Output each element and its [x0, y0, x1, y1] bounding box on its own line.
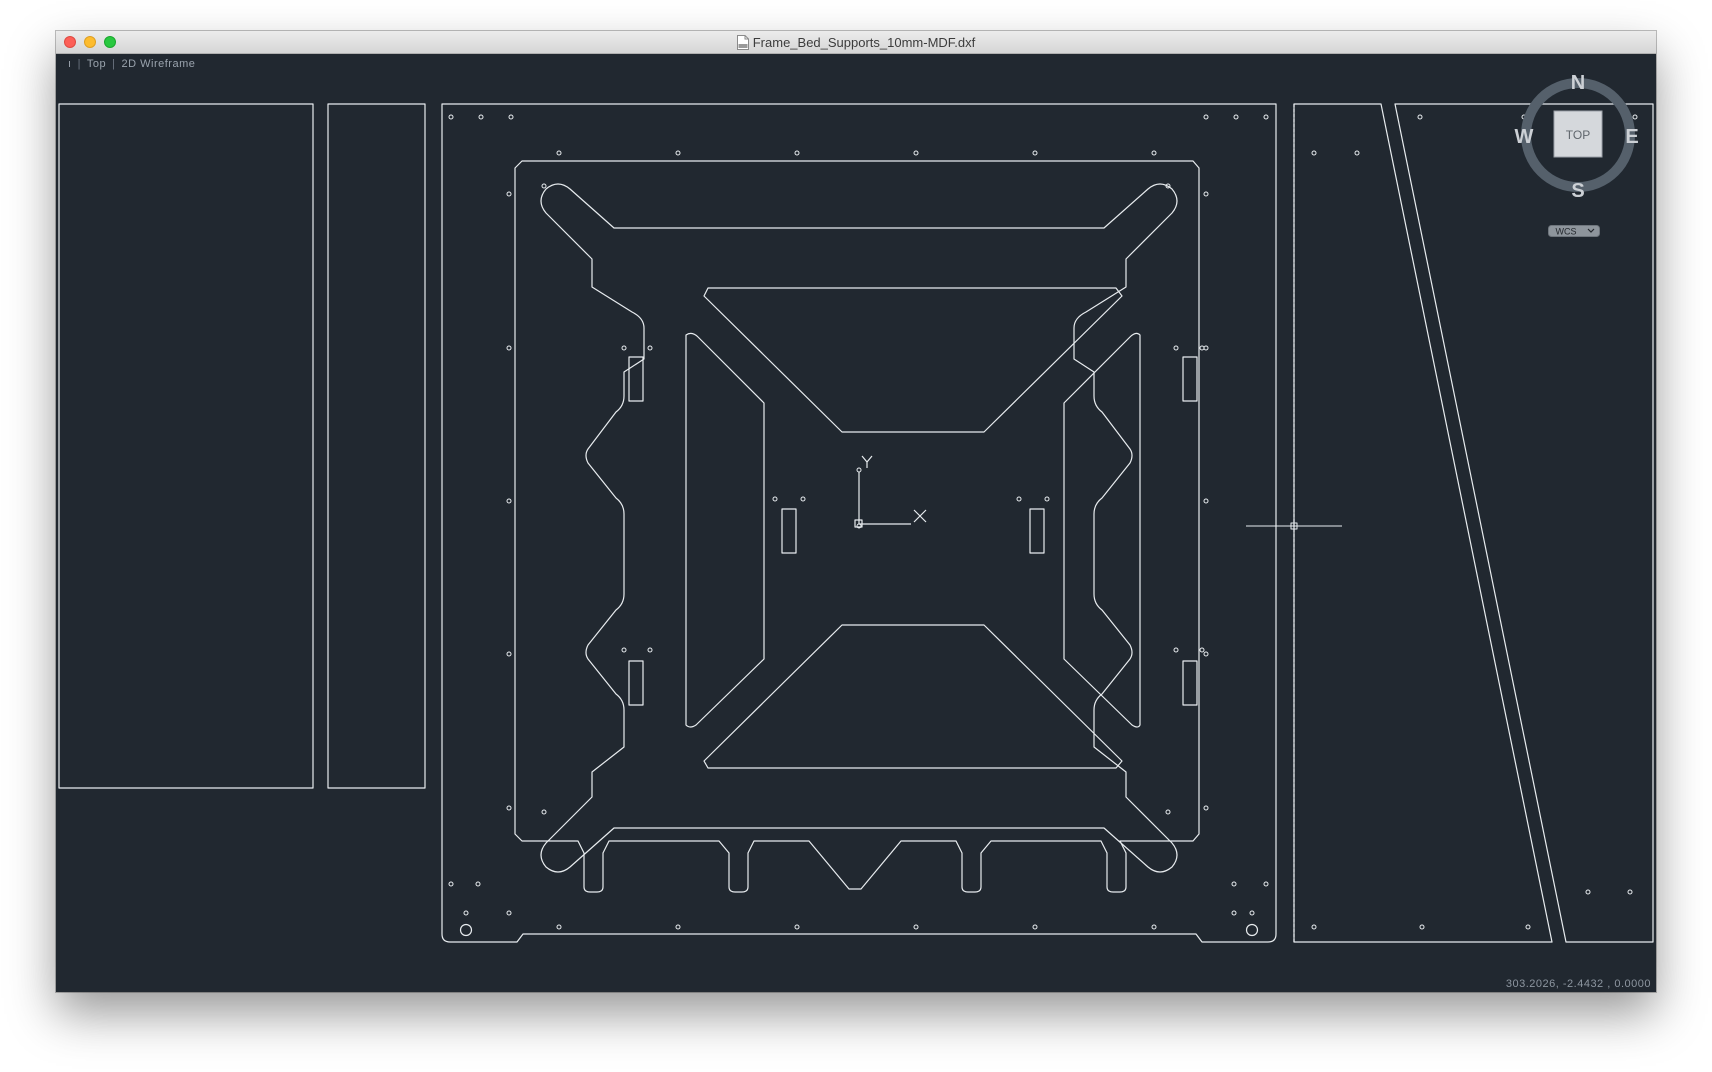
side-panel-wedge — [1394, 103, 1654, 943]
cutout-right-panel — [1063, 332, 1141, 728]
ucs-y-glyph — [861, 455, 873, 468]
drill-hole — [1311, 924, 1317, 930]
drill-holes — [448, 114, 1638, 930]
drill-hole — [1199, 647, 1205, 653]
drill-hole — [1525, 924, 1531, 930]
drill-hole — [1203, 114, 1209, 120]
drill-hole — [772, 496, 778, 502]
drill-hole — [1233, 114, 1239, 120]
drill-hole — [508, 114, 514, 120]
drill-hole — [794, 150, 800, 156]
coordinate-readout: 303.2026, -2.4432 , 0.0000 — [1505, 978, 1651, 990]
slot — [1182, 660, 1198, 706]
drill-hole — [506, 498, 512, 504]
drill-hole — [1263, 114, 1269, 120]
corner-hole — [459, 923, 473, 937]
slot — [781, 508, 797, 554]
drill-hole — [506, 191, 512, 197]
drill-hole — [647, 345, 653, 351]
drill-hole — [1203, 651, 1209, 657]
drill-hole — [541, 183, 547, 189]
drill-hole — [1203, 805, 1209, 811]
drill-hole — [556, 924, 562, 930]
drill-hole — [1016, 496, 1022, 502]
drill-hole — [1417, 114, 1423, 120]
drill-hole — [1044, 496, 1050, 502]
corner-hole — [1245, 923, 1259, 937]
cutout-top-trapezoid — [703, 287, 1123, 433]
viewcube-face-label: TOP — [1566, 128, 1590, 142]
drill-hole — [506, 805, 512, 811]
drill-hole — [1173, 345, 1179, 351]
compass-west[interactable]: W — [1515, 126, 1534, 148]
drill-hole — [1165, 809, 1171, 815]
wcs-menu-button[interactable]: WCS — [1548, 225, 1600, 237]
drill-hole — [913, 924, 919, 930]
drill-hole — [1151, 924, 1157, 930]
drill-hole — [506, 345, 512, 351]
ucs-x-glyph — [913, 509, 927, 523]
drill-hole — [1203, 191, 1209, 197]
panel-left-large — [58, 103, 314, 789]
slot — [1029, 508, 1045, 554]
drill-hole — [478, 114, 484, 120]
drill-hole — [448, 881, 454, 887]
compass-south[interactable]: S — [1571, 180, 1584, 201]
compass-east[interactable]: E — [1625, 126, 1638, 148]
cutout-bottom-trapezoid — [703, 624, 1123, 769]
drill-hole — [1419, 924, 1425, 930]
drill-hole — [448, 114, 454, 120]
drill-hole — [856, 467, 862, 473]
viewcube[interactable]: TOP N S W E — [1510, 69, 1646, 201]
drill-hole — [621, 647, 627, 653]
drill-hole — [1032, 150, 1038, 156]
drill-hole — [1199, 345, 1205, 351]
slot — [628, 660, 644, 706]
drill-hole — [1249, 910, 1255, 916]
drill-hole — [794, 924, 800, 930]
drill-hole — [1032, 924, 1038, 930]
drill-hole — [1231, 910, 1237, 916]
drill-hole — [506, 910, 512, 916]
drill-hole — [621, 345, 627, 351]
drill-hole — [475, 881, 481, 887]
drill-hole — [506, 651, 512, 657]
drill-hole — [1231, 881, 1237, 887]
drill-hole — [1203, 498, 1209, 504]
drill-hole — [1263, 881, 1269, 887]
drill-hole — [1627, 889, 1633, 895]
drill-hole — [647, 647, 653, 653]
panel-left-narrow — [327, 103, 426, 789]
drill-hole — [800, 496, 806, 502]
wcs-menu-label: WCS — [1556, 227, 1577, 237]
cad-window: Frame_Bed_Supports_10mm-MDF.dxf ı | Top … — [56, 31, 1656, 992]
drill-hole — [1203, 345, 1209, 351]
drill-hole — [1151, 150, 1157, 156]
drill-hole — [556, 150, 562, 156]
drill-hole — [463, 910, 469, 916]
cutout-left-panel — [685, 332, 765, 728]
drill-hole — [1173, 647, 1179, 653]
drawing-canvas[interactable] — [56, 31, 1656, 992]
drill-hole — [913, 150, 919, 156]
drill-hole — [675, 150, 681, 156]
slot — [1182, 356, 1198, 402]
drill-hole — [675, 924, 681, 930]
side-panel-tapered — [1293, 103, 1553, 943]
compass-north[interactable]: N — [1571, 72, 1585, 94]
drill-hole — [1311, 150, 1317, 156]
drill-hole — [1585, 889, 1591, 895]
drill-hole — [1354, 150, 1360, 156]
drill-hole — [541, 809, 547, 815]
